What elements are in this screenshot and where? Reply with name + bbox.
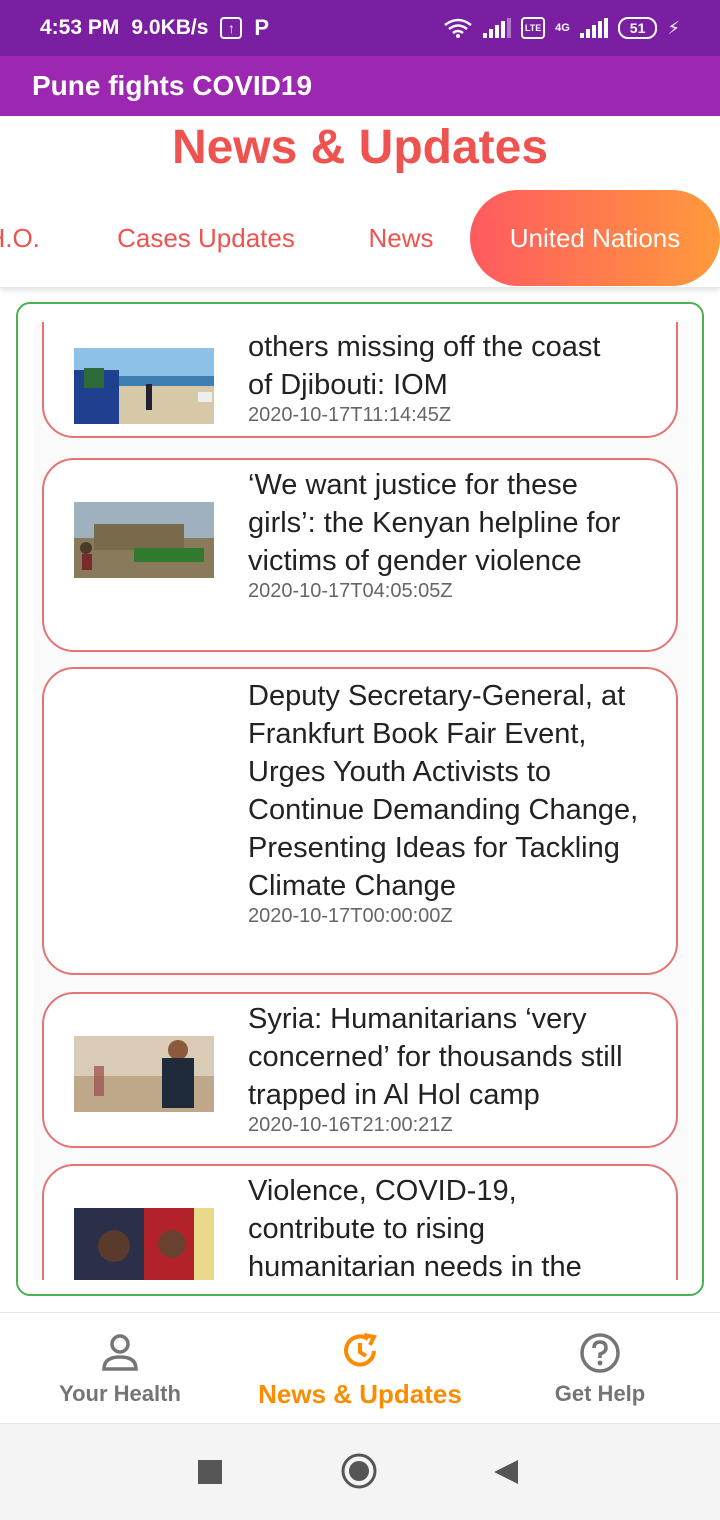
news-date: 2020-10-17T00:00:00Z xyxy=(248,905,453,927)
app-bar: Pune fights COVID19 xyxy=(0,56,720,116)
charging-icon: ⚡ xyxy=(667,17,680,38)
news-date: 2020-10-17T11:14:45Z xyxy=(248,404,452,426)
lte-badge: LTE xyxy=(521,17,546,39)
news-title: ‘We want justice for these girls’: the K… xyxy=(248,469,621,577)
person-icon xyxy=(102,1334,138,1371)
news-date: 2020-10-16T21:00:21Z xyxy=(248,1114,453,1136)
news-thumbnail xyxy=(74,1208,214,1280)
refresh-clock-icon xyxy=(344,1332,377,1366)
battery-indicator: 51 xyxy=(617,17,658,39)
signal-icon-2 xyxy=(579,18,608,38)
tab-bar: W.H.O. Cases Updates News United Nations xyxy=(0,190,720,288)
tab-news[interactable]: News xyxy=(350,190,452,286)
status-time: 4:53 PM xyxy=(40,16,120,39)
news-card[interactable]: others missing off the coast of Djibouti… xyxy=(42,322,678,438)
wifi-icon xyxy=(444,18,472,38)
back-triangle-icon[interactable] xyxy=(492,1454,520,1490)
news-card[interactable]: Violence, COVID-19, contribute to rising… xyxy=(42,1164,678,1280)
tab-cases-updates[interactable]: Cases Updates xyxy=(96,190,316,286)
news-container: others missing off the coast of Djibouti… xyxy=(16,302,704,1296)
app-title: Pune fights COVID19 xyxy=(32,70,313,101)
tab-who[interactable]: W.H.O. xyxy=(0,190,58,286)
news-thumbnail xyxy=(74,348,214,424)
system-navigation-bar xyxy=(0,1424,720,1520)
news-date: 2020-10-17T04:05:05Z xyxy=(248,580,453,602)
parking-icon: P xyxy=(254,15,270,40)
news-title-line: of Djibouti: IOM xyxy=(248,369,448,401)
nav-label: News & Updates xyxy=(258,1378,462,1409)
news-card[interactable]: ‘We want justice for these girls’: the K… xyxy=(42,458,678,652)
tab-united-nations[interactable]: United Nations xyxy=(470,190,720,286)
upload-icon: ↑ xyxy=(220,17,243,39)
nav-news-updates[interactable]: News & Updates xyxy=(240,1313,480,1425)
status-bar: 4:53 PM 9.0KB/s ↑ P LTE 4G 51 ⚡ xyxy=(0,0,720,56)
recents-square-icon[interactable] xyxy=(198,1454,222,1490)
news-title: Syria: Humanitarians ‘very concerned’ fo… xyxy=(248,1003,623,1111)
news-title: Violence, COVID-19, contribute to rising… xyxy=(248,1175,582,1280)
news-list[interactable]: others missing off the coast of Djibouti… xyxy=(34,322,688,1280)
help-circle-icon xyxy=(580,1333,620,1373)
news-thumbnail xyxy=(74,502,214,578)
status-speed: 9.0KB/s xyxy=(131,16,209,39)
nav-get-help[interactable]: Get Help xyxy=(520,1313,680,1425)
news-card[interactable]: Deputy Secretary-General, at Frankfurt B… xyxy=(42,667,678,975)
page-title: News & Updates xyxy=(171,121,549,174)
news-title-line: others missing off the coast xyxy=(248,331,601,363)
news-card[interactable]: Syria: Humanitarians ‘very concerned’ fo… xyxy=(42,992,678,1148)
nav-your-health[interactable]: Your Health xyxy=(40,1313,200,1425)
news-thumbnail xyxy=(74,1036,214,1112)
nav-label: Your Health xyxy=(59,1381,181,1406)
nav-label: Get Help xyxy=(554,1381,646,1406)
home-circle-icon[interactable] xyxy=(340,1452,378,1490)
news-title: Deputy Secretary-General, at Frankfurt B… xyxy=(248,680,639,902)
signal-icon-1 xyxy=(483,18,512,38)
network-badge: 4G xyxy=(555,22,570,34)
bottom-navigation: Your Health News & Updates Get Help xyxy=(0,1312,720,1424)
